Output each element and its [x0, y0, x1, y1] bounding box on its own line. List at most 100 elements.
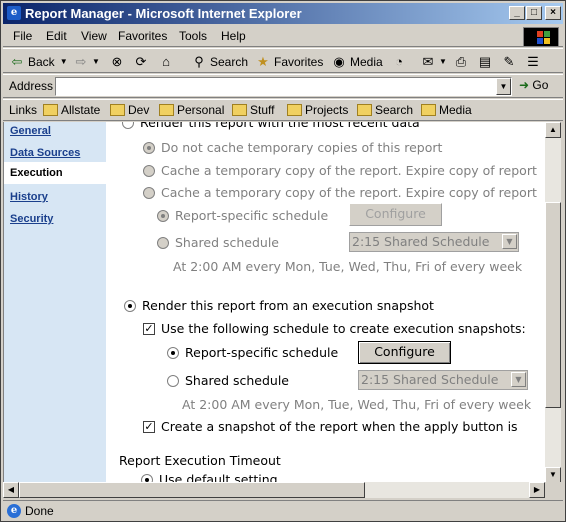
vertical-scrollbar[interactable]: ▲ ▼ — [545, 122, 561, 483]
go-button[interactable]: ➜ Go — [519, 78, 548, 92]
page-content: General Data Sources Execution History S… — [3, 122, 545, 483]
stop-icon: ⊗ — [111, 53, 123, 69]
print-preview-button[interactable]: ▤ — [477, 52, 496, 71]
render-recent-option[interactable]: Render this report with the most recent … — [122, 122, 420, 130]
cache-expire-option-2[interactable]: Cache a temporary copy of the report. Ex… — [143, 185, 537, 200]
link-projects[interactable]: Projects — [287, 103, 348, 117]
status-text: Done — [25, 504, 54, 518]
configure-button[interactable]: Configure — [358, 341, 451, 364]
back-button[interactable]: ⇦ Back ▼ — [9, 52, 68, 71]
schedule-description-1: At 2:00 AM every Mon, Tue, Wed, Thu, Fri… — [173, 259, 523, 274]
use-schedule-option[interactable]: ✓ Use the following schedule to create e… — [143, 321, 526, 336]
mail-button[interactable]: ✉ ▼ — [420, 52, 447, 71]
folder-icon — [110, 104, 125, 116]
link-media[interactable]: Media — [421, 103, 472, 117]
media-button[interactable]: ◉ Media — [331, 52, 382, 71]
shared-schedule-option-2[interactable]: Shared schedule — [167, 373, 289, 388]
folder-icon — [232, 104, 247, 116]
menu-file[interactable]: File — [13, 29, 32, 43]
shared-schedule-option-1[interactable]: Shared schedule — [157, 235, 279, 250]
discuss-button[interactable]: ☰ — [525, 52, 544, 71]
create-snapshot-checkbox[interactable]: ✓ — [143, 420, 155, 433]
menu-tools[interactable]: Tools — [179, 29, 207, 43]
settings-nav: General Data Sources Execution History S… — [4, 122, 106, 483]
menu-favorites[interactable]: Favorites — [118, 29, 167, 43]
search-button[interactable]: ⚲ Search — [191, 52, 248, 71]
render-snapshot-option[interactable]: Render this report from an execution sna… — [124, 298, 434, 313]
refresh-button[interactable]: ⟳ — [133, 52, 152, 71]
status-bar: e Done — [3, 500, 563, 520]
menu-view[interactable]: View — [81, 29, 107, 43]
link-dev[interactable]: Dev — [110, 103, 149, 117]
report-specific-schedule-option-2[interactable]: Report-specific schedule — [167, 345, 338, 360]
browser-window: e Report Manager - Microsoft Internet Ex… — [0, 0, 566, 522]
report-specific-radio-2[interactable] — [167, 346, 179, 359]
use-schedule-checkbox[interactable]: ✓ — [143, 322, 155, 335]
nav-data-sources[interactable]: Data Sources — [10, 147, 80, 159]
home-button[interactable]: ⌂ — [158, 52, 177, 71]
folder-icon — [421, 104, 436, 116]
scroll-right-button[interactable]: ▶ — [529, 482, 545, 498]
nav-general[interactable]: General — [10, 125, 51, 137]
link-search[interactable]: Search — [357, 103, 413, 117]
scroll-down-button[interactable]: ▼ — [545, 467, 561, 483]
nav-history[interactable]: History — [10, 191, 48, 203]
history-icon: ◔ — [395, 53, 403, 69]
cache-expire-option-1[interactable]: Cache a temporary copy of the report. Ex… — [143, 163, 537, 178]
report-specific-schedule-option-1[interactable]: Report-specific schedule — [157, 208, 328, 223]
stop-button[interactable]: ⊗ — [109, 52, 128, 71]
timeout-heading: Report Execution Timeout — [119, 453, 281, 468]
no-cache-radio[interactable] — [143, 141, 155, 154]
scroll-left-button[interactable]: ◀ — [3, 482, 19, 498]
chevron-down-icon: ▼ — [59, 57, 68, 66]
address-label: Address — [9, 79, 54, 93]
address-input[interactable] — [55, 77, 512, 96]
edit-button[interactable]: ✎ — [501, 52, 520, 71]
window-title: Report Manager - Microsoft Internet Expl… — [25, 6, 302, 21]
notes-icon: ☰ — [527, 53, 539, 69]
report-specific-radio-1[interactable] — [157, 209, 169, 222]
configure-button-disabled[interactable]: Configure — [349, 203, 442, 226]
favorites-button[interactable]: ★ Favorites — [255, 52, 323, 71]
printer-icon: ⎙ — [455, 53, 467, 69]
chevron-down-icon: ▼ — [92, 57, 100, 66]
address-dropdown-button[interactable]: ▼ — [496, 78, 511, 95]
shared-schedule-select-1[interactable]: 2:15 Shared Schedule ▼ — [349, 232, 519, 252]
render-recent-radio[interactable] — [122, 122, 134, 129]
horizontal-scrollbar[interactable]: ◀ ▶ — [3, 482, 545, 498]
minimize-button[interactable]: _ — [509, 6, 525, 20]
cache-expire-radio-2[interactable] — [143, 186, 155, 199]
link-stuff[interactable]: Stuff — [232, 103, 274, 117]
horizontal-scroll-thumb[interactable] — [19, 482, 365, 498]
history-button[interactable]: ◔ — [391, 52, 410, 71]
nav-execution[interactable]: Execution — [4, 162, 106, 184]
media-icon: ◉ — [333, 53, 345, 69]
nav-security[interactable]: Security — [10, 213, 53, 225]
menu-help[interactable]: Help — [221, 29, 246, 43]
no-cache-option[interactable]: Do not cache temporary copies of this re… — [143, 140, 442, 155]
document-icon: ▤ — [478, 53, 492, 69]
edit-icon: ✎ — [503, 53, 515, 69]
cache-expire-radio-1[interactable] — [143, 164, 155, 177]
execution-settings: Render this report with the most recent … — [106, 122, 545, 483]
create-snapshot-option[interactable]: ✓ Create a snapshot of the report when t… — [143, 419, 518, 434]
link-allstate[interactable]: Allstate — [43, 103, 100, 117]
go-arrow-icon: ➜ — [519, 78, 530, 92]
scroll-up-button[interactable]: ▲ — [545, 122, 561, 138]
standard-toolbar: ⇦ Back ▼ ⇨ ▼ ⊗ ⟳ ⌂ ⚲ Search ★ Favorites … — [3, 48, 563, 73]
close-button[interactable]: × — [545, 6, 561, 20]
page-icon: e — [7, 504, 21, 518]
shared-schedule-radio-2[interactable] — [167, 374, 179, 387]
shared-schedule-radio-1[interactable] — [157, 236, 169, 249]
vertical-scroll-thumb[interactable] — [545, 202, 561, 408]
link-personal[interactable]: Personal — [159, 103, 224, 117]
forward-button[interactable]: ⇨ ▼ — [73, 52, 100, 71]
print-button[interactable]: ⎙ — [453, 52, 472, 71]
schedule-description-2: At 2:00 AM every Mon, Tue, Wed, Thu, Fri… — [182, 397, 532, 412]
shared-schedule-select-2[interactable]: 2:15 Shared Schedule ▼ — [358, 370, 528, 390]
maximize-button[interactable]: □ — [526, 6, 542, 20]
folder-icon — [159, 104, 174, 116]
chevron-down-icon: ▼ — [439, 57, 447, 66]
render-snapshot-radio[interactable] — [124, 299, 136, 312]
menu-edit[interactable]: Edit — [46, 29, 67, 43]
